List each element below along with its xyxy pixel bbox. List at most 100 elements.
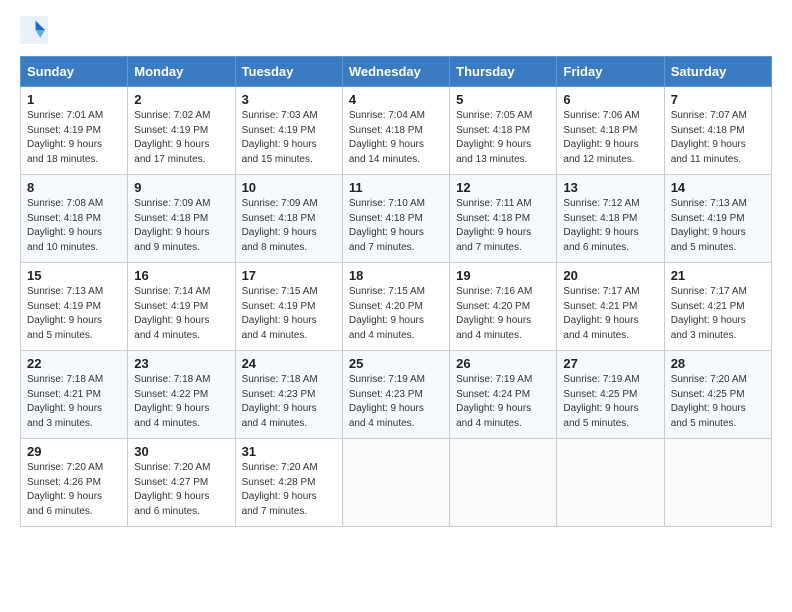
day-number: 6 <box>563 92 657 107</box>
cell-info: Sunrise: 7:02 AM Sunset: 4:19 PM Dayligh… <box>134 109 228 167</box>
cell-info: Sunrise: 7:18 AM Sunset: 4:22 PM Dayligh… <box>134 373 228 431</box>
day-number: 5 <box>456 92 550 107</box>
logo-icon <box>20 16 48 44</box>
day-header-wednesday: Wednesday <box>342 57 449 87</box>
cell-info: Sunrise: 7:15 AM Sunset: 4:20 PM Dayligh… <box>349 285 443 343</box>
cell-info: Sunrise: 7:12 AM Sunset: 4:18 PM Dayligh… <box>563 197 657 255</box>
day-number: 29 <box>27 444 121 459</box>
calendar-week-1: 1 Sunrise: 7:01 AM Sunset: 4:19 PM Dayli… <box>21 87 772 175</box>
calendar-week-3: 15 Sunrise: 7:13 AM Sunset: 4:19 PM Dayl… <box>21 263 772 351</box>
cell-info: Sunrise: 7:09 AM Sunset: 4:18 PM Dayligh… <box>242 197 336 255</box>
calendar-cell: 4 Sunrise: 7:04 AM Sunset: 4:18 PM Dayli… <box>342 87 449 175</box>
calendar-cell: 28 Sunrise: 7:20 AM Sunset: 4:25 PM Dayl… <box>664 351 771 439</box>
day-number: 20 <box>563 268 657 283</box>
calendar-cell: 31 Sunrise: 7:20 AM Sunset: 4:28 PM Dayl… <box>235 439 342 527</box>
day-number: 22 <box>27 356 121 371</box>
calendar-cell <box>450 439 557 527</box>
day-number: 28 <box>671 356 765 371</box>
calendar-cell: 8 Sunrise: 7:08 AM Sunset: 4:18 PM Dayli… <box>21 175 128 263</box>
day-number: 26 <box>456 356 550 371</box>
day-number: 4 <box>349 92 443 107</box>
calendar-cell: 29 Sunrise: 7:20 AM Sunset: 4:26 PM Dayl… <box>21 439 128 527</box>
calendar-cell: 22 Sunrise: 7:18 AM Sunset: 4:21 PM Dayl… <box>21 351 128 439</box>
cell-info: Sunrise: 7:20 AM Sunset: 4:26 PM Dayligh… <box>27 461 121 519</box>
calendar-cell: 16 Sunrise: 7:14 AM Sunset: 4:19 PM Dayl… <box>128 263 235 351</box>
calendar-week-2: 8 Sunrise: 7:08 AM Sunset: 4:18 PM Dayli… <box>21 175 772 263</box>
day-number: 12 <box>456 180 550 195</box>
day-header-tuesday: Tuesday <box>235 57 342 87</box>
cell-info: Sunrise: 7:10 AM Sunset: 4:18 PM Dayligh… <box>349 197 443 255</box>
cell-info: Sunrise: 7:17 AM Sunset: 4:21 PM Dayligh… <box>563 285 657 343</box>
calendar-table: SundayMondayTuesdayWednesdayThursdayFrid… <box>20 56 772 527</box>
day-number: 15 <box>27 268 121 283</box>
calendar-cell: 25 Sunrise: 7:19 AM Sunset: 4:23 PM Dayl… <box>342 351 449 439</box>
cell-info: Sunrise: 7:07 AM Sunset: 4:18 PM Dayligh… <box>671 109 765 167</box>
calendar-cell: 13 Sunrise: 7:12 AM Sunset: 4:18 PM Dayl… <box>557 175 664 263</box>
day-number: 31 <box>242 444 336 459</box>
cell-info: Sunrise: 7:19 AM Sunset: 4:24 PM Dayligh… <box>456 373 550 431</box>
cell-info: Sunrise: 7:13 AM Sunset: 4:19 PM Dayligh… <box>671 197 765 255</box>
day-number: 30 <box>134 444 228 459</box>
calendar-cell: 3 Sunrise: 7:03 AM Sunset: 4:19 PM Dayli… <box>235 87 342 175</box>
day-number: 8 <box>27 180 121 195</box>
calendar-cell <box>664 439 771 527</box>
calendar-cell: 17 Sunrise: 7:15 AM Sunset: 4:19 PM Dayl… <box>235 263 342 351</box>
calendar-cell: 1 Sunrise: 7:01 AM Sunset: 4:19 PM Dayli… <box>21 87 128 175</box>
logo <box>20 16 52 44</box>
cell-info: Sunrise: 7:19 AM Sunset: 4:23 PM Dayligh… <box>349 373 443 431</box>
cell-info: Sunrise: 7:03 AM Sunset: 4:19 PM Dayligh… <box>242 109 336 167</box>
cell-info: Sunrise: 7:01 AM Sunset: 4:19 PM Dayligh… <box>27 109 121 167</box>
day-number: 1 <box>27 92 121 107</box>
cell-info: Sunrise: 7:11 AM Sunset: 4:18 PM Dayligh… <box>456 197 550 255</box>
calendar-cell: 20 Sunrise: 7:17 AM Sunset: 4:21 PM Dayl… <box>557 263 664 351</box>
cell-info: Sunrise: 7:16 AM Sunset: 4:20 PM Dayligh… <box>456 285 550 343</box>
day-number: 10 <box>242 180 336 195</box>
cell-info: Sunrise: 7:20 AM Sunset: 4:25 PM Dayligh… <box>671 373 765 431</box>
calendar-cell: 2 Sunrise: 7:02 AM Sunset: 4:19 PM Dayli… <box>128 87 235 175</box>
cell-info: Sunrise: 7:05 AM Sunset: 4:18 PM Dayligh… <box>456 109 550 167</box>
calendar-cell: 26 Sunrise: 7:19 AM Sunset: 4:24 PM Dayl… <box>450 351 557 439</box>
day-number: 13 <box>563 180 657 195</box>
calendar-cell: 10 Sunrise: 7:09 AM Sunset: 4:18 PM Dayl… <box>235 175 342 263</box>
cell-info: Sunrise: 7:20 AM Sunset: 4:28 PM Dayligh… <box>242 461 336 519</box>
day-header-saturday: Saturday <box>664 57 771 87</box>
day-number: 18 <box>349 268 443 283</box>
day-header-monday: Monday <box>128 57 235 87</box>
cell-info: Sunrise: 7:20 AM Sunset: 4:27 PM Dayligh… <box>134 461 228 519</box>
cell-info: Sunrise: 7:15 AM Sunset: 4:19 PM Dayligh… <box>242 285 336 343</box>
calendar-cell: 7 Sunrise: 7:07 AM Sunset: 4:18 PM Dayli… <box>664 87 771 175</box>
calendar-cell: 24 Sunrise: 7:18 AM Sunset: 4:23 PM Dayl… <box>235 351 342 439</box>
cell-info: Sunrise: 7:19 AM Sunset: 4:25 PM Dayligh… <box>563 373 657 431</box>
calendar-cell: 18 Sunrise: 7:15 AM Sunset: 4:20 PM Dayl… <box>342 263 449 351</box>
calendar-cell: 30 Sunrise: 7:20 AM Sunset: 4:27 PM Dayl… <box>128 439 235 527</box>
cell-info: Sunrise: 7:18 AM Sunset: 4:21 PM Dayligh… <box>27 373 121 431</box>
day-number: 27 <box>563 356 657 371</box>
day-number: 3 <box>242 92 336 107</box>
cell-info: Sunrise: 7:08 AM Sunset: 4:18 PM Dayligh… <box>27 197 121 255</box>
calendar-cell: 5 Sunrise: 7:05 AM Sunset: 4:18 PM Dayli… <box>450 87 557 175</box>
calendar-cell: 12 Sunrise: 7:11 AM Sunset: 4:18 PM Dayl… <box>450 175 557 263</box>
day-number: 25 <box>349 356 443 371</box>
calendar-cell: 21 Sunrise: 7:17 AM Sunset: 4:21 PM Dayl… <box>664 263 771 351</box>
day-header-sunday: Sunday <box>21 57 128 87</box>
day-header-friday: Friday <box>557 57 664 87</box>
cell-info: Sunrise: 7:04 AM Sunset: 4:18 PM Dayligh… <box>349 109 443 167</box>
cell-info: Sunrise: 7:13 AM Sunset: 4:19 PM Dayligh… <box>27 285 121 343</box>
cell-info: Sunrise: 7:09 AM Sunset: 4:18 PM Dayligh… <box>134 197 228 255</box>
day-number: 7 <box>671 92 765 107</box>
day-number: 2 <box>134 92 228 107</box>
page-header <box>20 16 772 44</box>
calendar-cell: 11 Sunrise: 7:10 AM Sunset: 4:18 PM Dayl… <box>342 175 449 263</box>
day-number: 17 <box>242 268 336 283</box>
cell-info: Sunrise: 7:17 AM Sunset: 4:21 PM Dayligh… <box>671 285 765 343</box>
cell-info: Sunrise: 7:06 AM Sunset: 4:18 PM Dayligh… <box>563 109 657 167</box>
calendar-cell: 27 Sunrise: 7:19 AM Sunset: 4:25 PM Dayl… <box>557 351 664 439</box>
day-number: 16 <box>134 268 228 283</box>
cell-info: Sunrise: 7:18 AM Sunset: 4:23 PM Dayligh… <box>242 373 336 431</box>
calendar-cell: 9 Sunrise: 7:09 AM Sunset: 4:18 PM Dayli… <box>128 175 235 263</box>
day-number: 14 <box>671 180 765 195</box>
calendar-cell <box>342 439 449 527</box>
calendar-cell: 6 Sunrise: 7:06 AM Sunset: 4:18 PM Dayli… <box>557 87 664 175</box>
day-number: 21 <box>671 268 765 283</box>
day-number: 9 <box>134 180 228 195</box>
